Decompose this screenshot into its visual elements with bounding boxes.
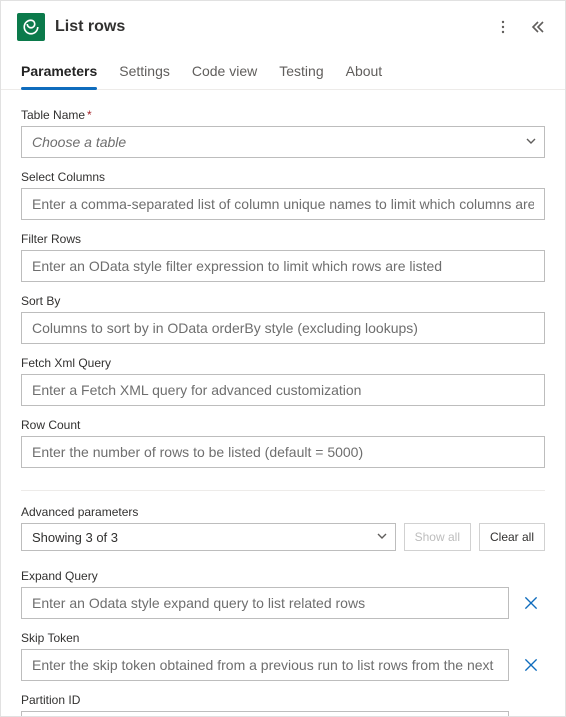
field-select-columns: Select Columns [21, 170, 545, 220]
field-table-name: Table Name* Choose a table [21, 108, 545, 158]
label-select-columns: Select Columns [21, 170, 545, 184]
skip-token-input[interactable] [21, 649, 509, 681]
field-expand-query: Expand Query [21, 569, 545, 619]
field-filter-rows: Filter Rows [21, 232, 545, 282]
row-count-input[interactable] [21, 436, 545, 468]
filter-rows-input[interactable] [21, 250, 545, 282]
tab-settings[interactable]: Settings [119, 57, 170, 89]
tab-bar: Parameters Settings Code view Testing Ab… [1, 49, 565, 90]
label-skip-token: Skip Token [21, 631, 545, 645]
more-options-button[interactable] [491, 15, 515, 39]
table-name-select[interactable]: Choose a table [21, 126, 545, 158]
sort-by-input[interactable] [21, 312, 545, 344]
panel-title: List rows [55, 18, 481, 36]
fetch-xml-input[interactable] [21, 374, 545, 406]
advanced-parameters-label: Advanced parameters [21, 505, 545, 519]
connector-icon [17, 13, 45, 41]
list-rows-panel: List rows Parameters Settings Code view … [0, 0, 566, 717]
tab-testing[interactable]: Testing [279, 57, 323, 89]
select-columns-input[interactable] [21, 188, 545, 220]
tab-parameters[interactable]: Parameters [21, 57, 97, 89]
section-divider [21, 490, 545, 491]
required-indicator: * [87, 108, 92, 122]
advanced-parameters-row: Showing 3 of 3 Show all Clear all [21, 523, 545, 551]
tab-code-view[interactable]: Code view [192, 57, 257, 89]
tab-about[interactable]: About [346, 57, 383, 89]
label-table-name: Table Name* [21, 108, 545, 122]
expand-query-input[interactable] [21, 587, 509, 619]
field-sort-by: Sort By [21, 294, 545, 344]
panel-header: List rows [1, 1, 565, 49]
show-all-button[interactable]: Show all [404, 523, 471, 551]
remove-expand-query-button[interactable] [517, 589, 545, 617]
field-partition-id: Partition ID [21, 693, 545, 716]
field-skip-token: Skip Token [21, 631, 545, 681]
field-row-count: Row Count [21, 418, 545, 468]
label-sort-by: Sort By [21, 294, 545, 308]
label-expand-query: Expand Query [21, 569, 545, 583]
label-filter-rows: Filter Rows [21, 232, 545, 246]
remove-skip-token-button[interactable] [517, 651, 545, 679]
clear-all-button[interactable]: Clear all [479, 523, 545, 551]
header-actions [491, 15, 549, 39]
partition-id-input[interactable] [21, 711, 509, 716]
remove-partition-id-button[interactable] [517, 713, 545, 716]
advanced-summary-select[interactable]: Showing 3 of 3 [21, 523, 396, 551]
label-fetch-xml: Fetch Xml Query [21, 356, 545, 370]
label-row-count: Row Count [21, 418, 545, 432]
label-partition-id: Partition ID [21, 693, 545, 707]
field-fetch-xml: Fetch Xml Query [21, 356, 545, 406]
parameters-content: Table Name* Choose a table Select Column… [1, 90, 565, 716]
collapse-button[interactable] [525, 15, 549, 39]
